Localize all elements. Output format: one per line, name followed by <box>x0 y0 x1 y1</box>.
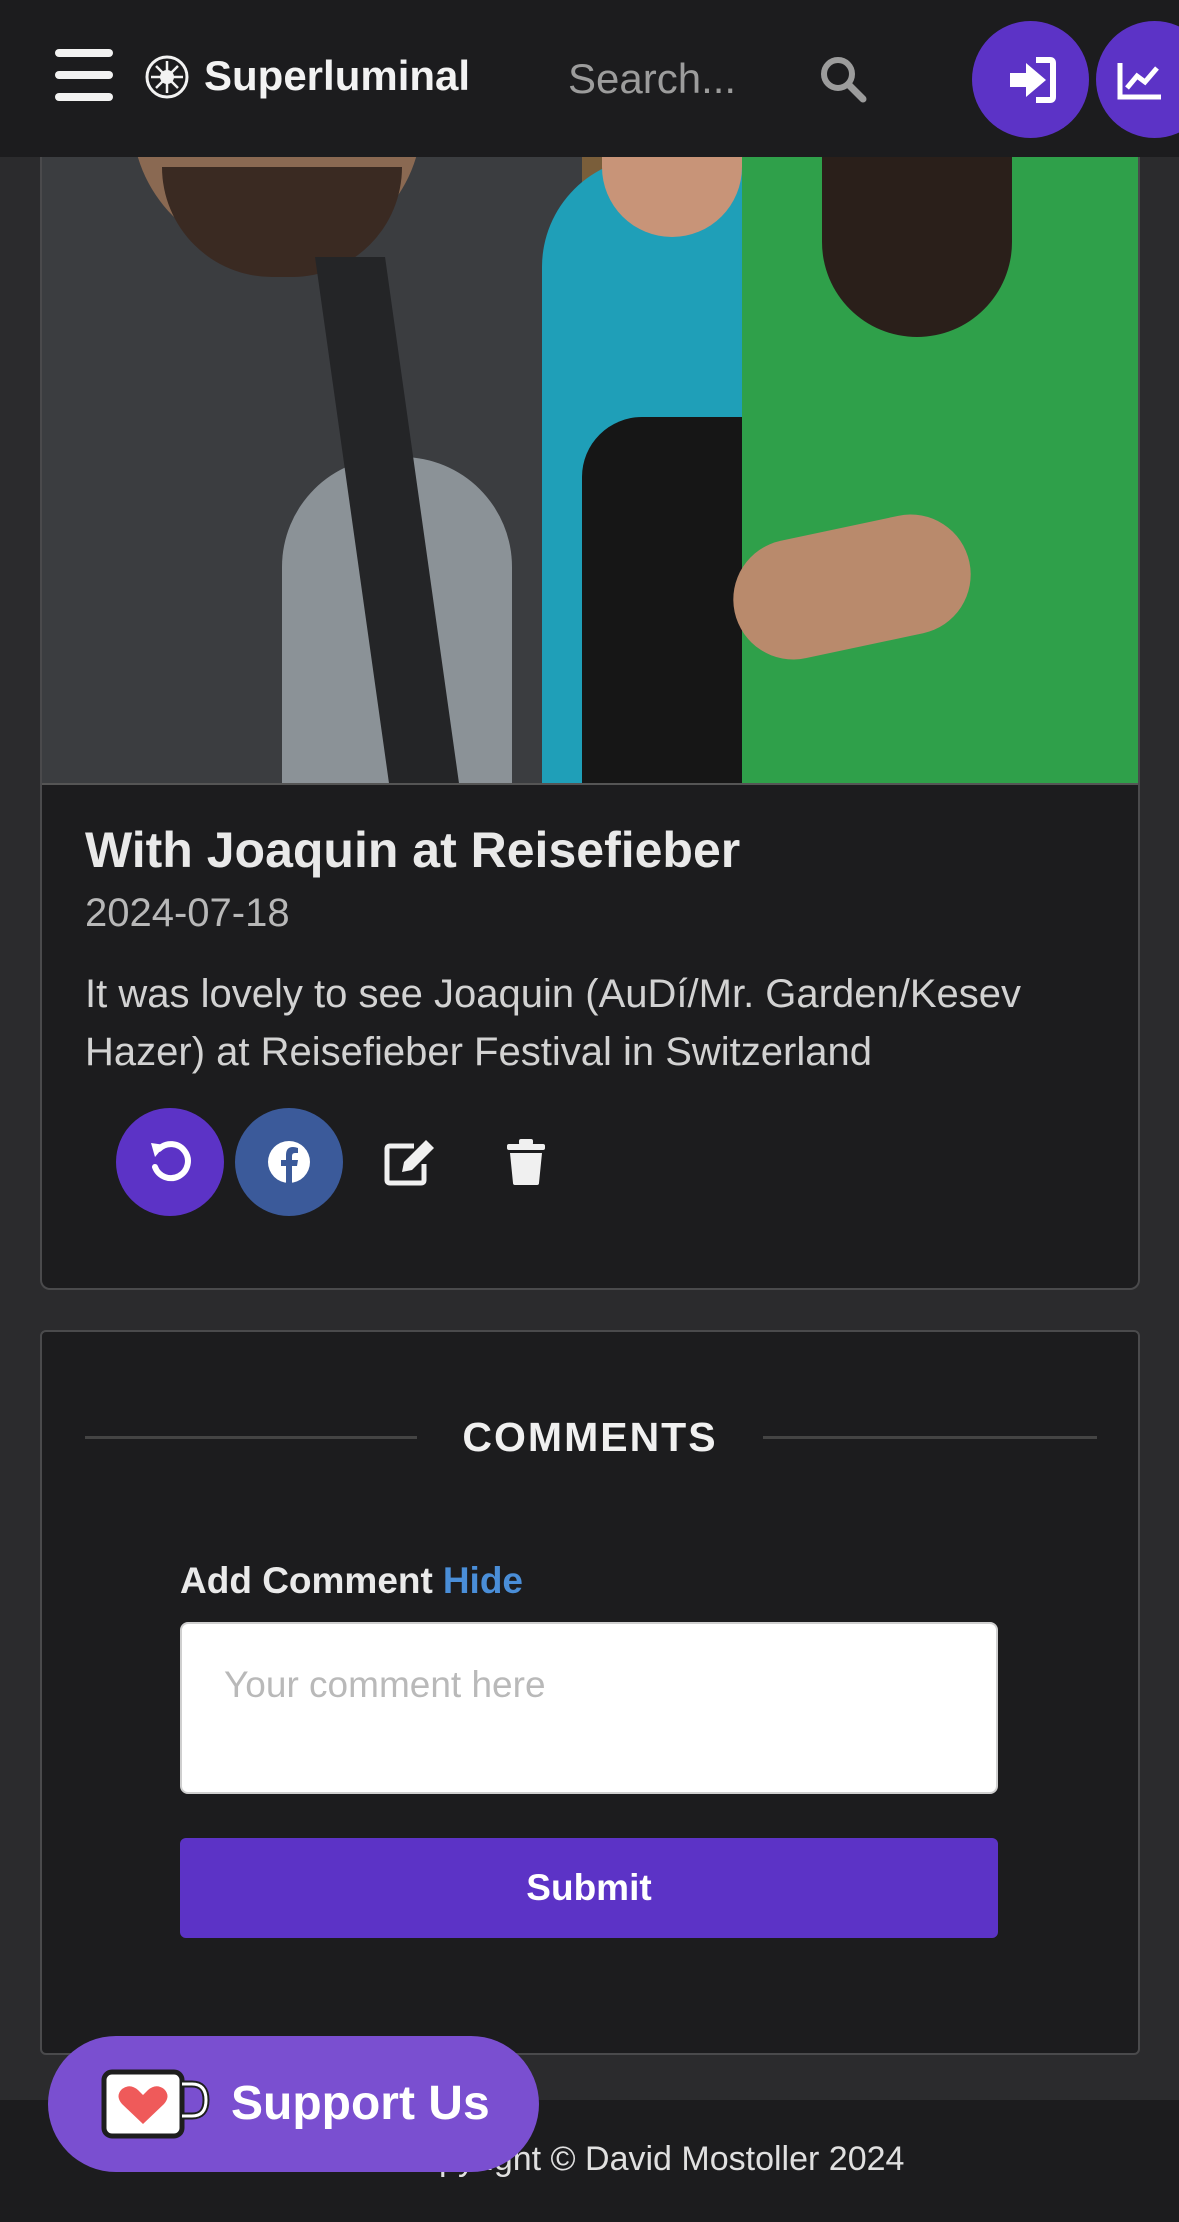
divider <box>42 783 1138 785</box>
divider <box>763 1436 1097 1439</box>
brand-logo-icon[interactable] <box>145 55 189 99</box>
submit-button[interactable]: Submit <box>180 1838 998 1938</box>
search-input[interactable] <box>540 40 790 118</box>
edit-button[interactable] <box>356 1108 464 1216</box>
stats-button[interactable] <box>1096 21 1179 138</box>
sign-in-icon <box>1009 56 1056 103</box>
comments-heading: COMMENTS <box>462 1414 718 1460</box>
facebook-icon <box>268 1141 310 1183</box>
add-comment-text: Add Comment <box>180 1560 433 1601</box>
hide-comment-link[interactable]: Hide <box>443 1560 523 1601</box>
support-us-label: Support Us <box>231 2077 490 2130</box>
heart-mug-icon <box>101 2069 210 2139</box>
search-icon[interactable] <box>818 54 868 104</box>
post-date: 2024-07-18 <box>85 891 290 935</box>
chart-icon <box>1117 62 1161 99</box>
edit-icon <box>384 1140 434 1186</box>
top-navbar: Superluminal <box>0 0 1179 157</box>
comment-input[interactable] <box>180 1622 998 1794</box>
hamburger-menu-icon[interactable] <box>55 47 113 103</box>
sign-in-button[interactable] <box>972 21 1089 138</box>
trash-icon <box>507 1139 545 1185</box>
divider <box>85 1436 417 1439</box>
delete-button[interactable] <box>472 1108 580 1216</box>
undo-icon <box>151 1141 191 1182</box>
brand-name[interactable]: Superluminal <box>204 52 470 100</box>
post-photo[interactable] <box>42 157 1138 783</box>
add-comment-label: Add Comment Hide <box>180 1560 523 1602</box>
facebook-share-button[interactable] <box>235 1108 343 1216</box>
support-us-button[interactable]: Support Us <box>48 2036 539 2172</box>
comments-card: COMMENTS Add CommentHide Submit <box>40 1330 1140 2055</box>
undo-button[interactable] <box>116 1108 224 1216</box>
post-description: It was lovely to see Joaquin (AuDí/Mr. G… <box>85 972 1021 1074</box>
post-title: With Joaquin at Reisefieber <box>85 822 741 878</box>
post-card: With Joaquin at Reisefieber 2024-07-18 I… <box>40 157 1140 1290</box>
